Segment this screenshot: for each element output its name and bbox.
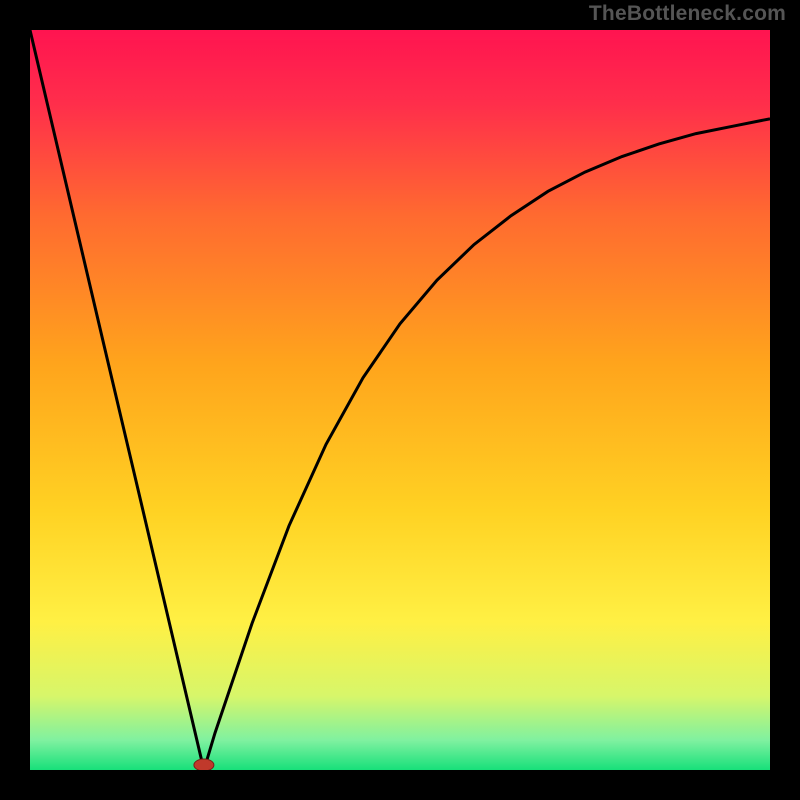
minimum-marker <box>194 759 214 770</box>
plot-area <box>30 30 770 770</box>
watermark-label: TheBottleneck.com <box>589 2 786 26</box>
chart-svg <box>30 30 770 770</box>
gradient-background <box>30 30 770 770</box>
chart-frame: TheBottleneck.com <box>0 0 800 800</box>
